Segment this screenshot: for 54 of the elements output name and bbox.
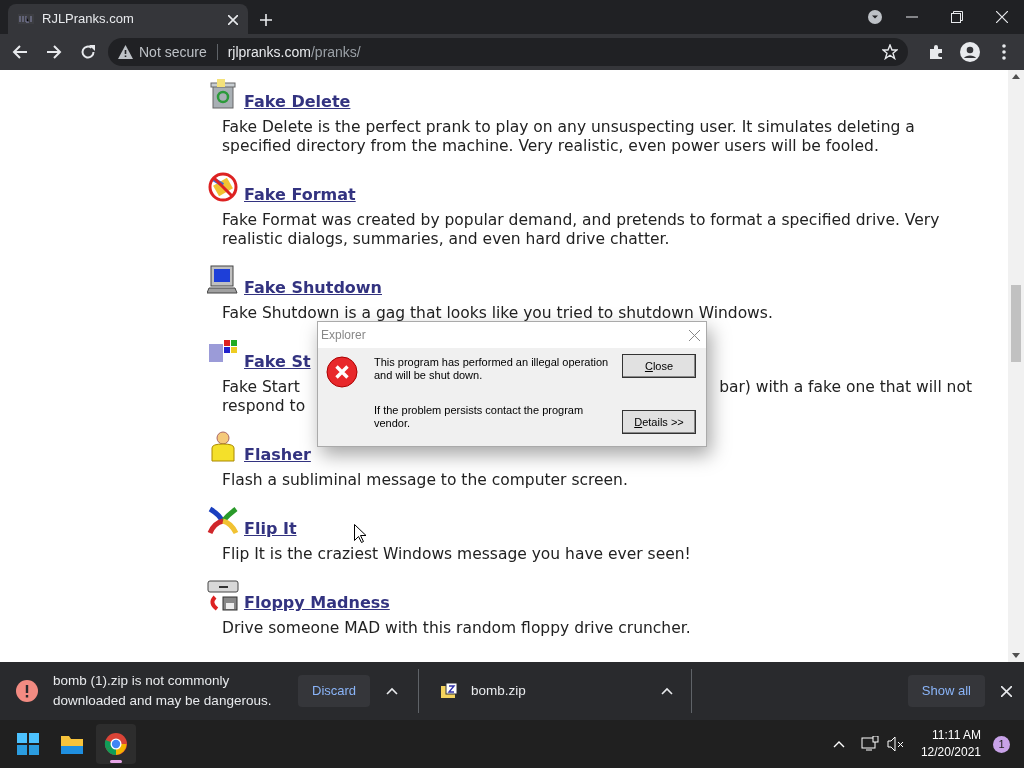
clock-time[interactable]: 11:11 AM — [932, 727, 981, 744]
show-all-button[interactable]: Show all — [907, 675, 985, 707]
dialog-message: This program has performed an illegal operation and will be shut down. — [374, 356, 609, 382]
chevron-up-icon[interactable] — [832, 740, 845, 748]
prank-description: Drive someone MAD with this random floppy drive cruncher. — [222, 619, 692, 638]
prank-description: Flash a subliminal message to the computer screen. — [222, 471, 629, 490]
error-icon — [326, 356, 359, 389]
site-favicon-icon — [18, 14, 34, 24]
scrollbar-thumb[interactable] — [1011, 285, 1021, 362]
scroll-down-icon[interactable] — [1012, 653, 1020, 658]
prank-description: Fake Format was created by popular demand, and pretends to format a specified drive. Very realistic dialogs, summaries, and even hard drive chatter. — [222, 211, 941, 249]
program-icon — [207, 171, 239, 203]
muted-speaker-icon[interactable] — [886, 736, 905, 752]
prank-description: Fake Delete is the perfect prank to play on any unsuspecting user. It simulates deleting a specified directory from the machine. Very realistic, even power users will be fooled. — [222, 118, 916, 156]
clock-date[interactable]: 12/20/2021 — [920, 744, 981, 761]
prank-link[interactable]: Floppy Madness — [244, 595, 390, 611]
bookmark-star-icon[interactable] — [882, 44, 898, 60]
prank-link[interactable]: Fake Format — [244, 187, 356, 203]
prank-link[interactable]: Fake Shutdown — [244, 280, 382, 296]
program-icon — [207, 579, 239, 611]
caret-icon[interactable] — [386, 687, 399, 695]
program-icon — [207, 78, 239, 110]
prank-link[interactable]: Flasher — [244, 447, 311, 463]
cursor-icon — [354, 524, 366, 543]
network-icon[interactable] — [860, 736, 879, 752]
browser-tab[interactable]: RJLPranks.com — [8, 4, 248, 34]
program-icon — [207, 264, 239, 296]
dialog-title: Explorer — [321, 327, 366, 344]
prank-link[interactable]: Flip It — [244, 521, 297, 537]
chrome-icon[interactable] — [96, 724, 136, 764]
prank-description: respond to — [222, 397, 306, 416]
prank-link[interactable]: Fake St — [244, 354, 311, 370]
dialog-button[interactable]: Close — [622, 354, 696, 378]
prank-description: Fake Start — [222, 378, 300, 397]
scrollbar[interactable] — [1008, 70, 1024, 662]
download-warning: bomb (1).zip is not commonly downloaded and may be dangerous. — [53, 672, 273, 710]
security-label: Not secure — [139, 42, 207, 62]
scroll-up-icon[interactable] — [1012, 74, 1020, 79]
program-icon — [207, 505, 239, 537]
url-text: rjlpranks.com/pranks/ — [227, 42, 361, 62]
download-filename[interactable]: bomb.zip — [471, 680, 526, 702]
dialog-message: If the problem persists contact the program vendor. — [374, 404, 585, 430]
prank-description: Flip It is the craziest Windows message you have ever seen! — [222, 545, 692, 564]
caret-icon[interactable] — [660, 687, 673, 695]
zip-file-icon — [441, 683, 458, 699]
address-bar[interactable]: Not secure rjlpranks.com/pranks/ — [108, 38, 908, 66]
prank-description: bar) with a fake one that will not — [719, 378, 972, 397]
notification-badge[interactable]: 1 — [993, 735, 1010, 753]
danger-icon — [16, 680, 38, 702]
warning-icon — [118, 45, 133, 59]
prank-link[interactable]: Fake Delete — [244, 94, 351, 110]
discard-button[interactable]: Discard — [298, 675, 371, 707]
dialog-button[interactable]: Details >> — [622, 410, 696, 434]
prank-description: Fake Shutdown is a gag that looks like you tried to shutdown Windows. — [222, 304, 774, 323]
